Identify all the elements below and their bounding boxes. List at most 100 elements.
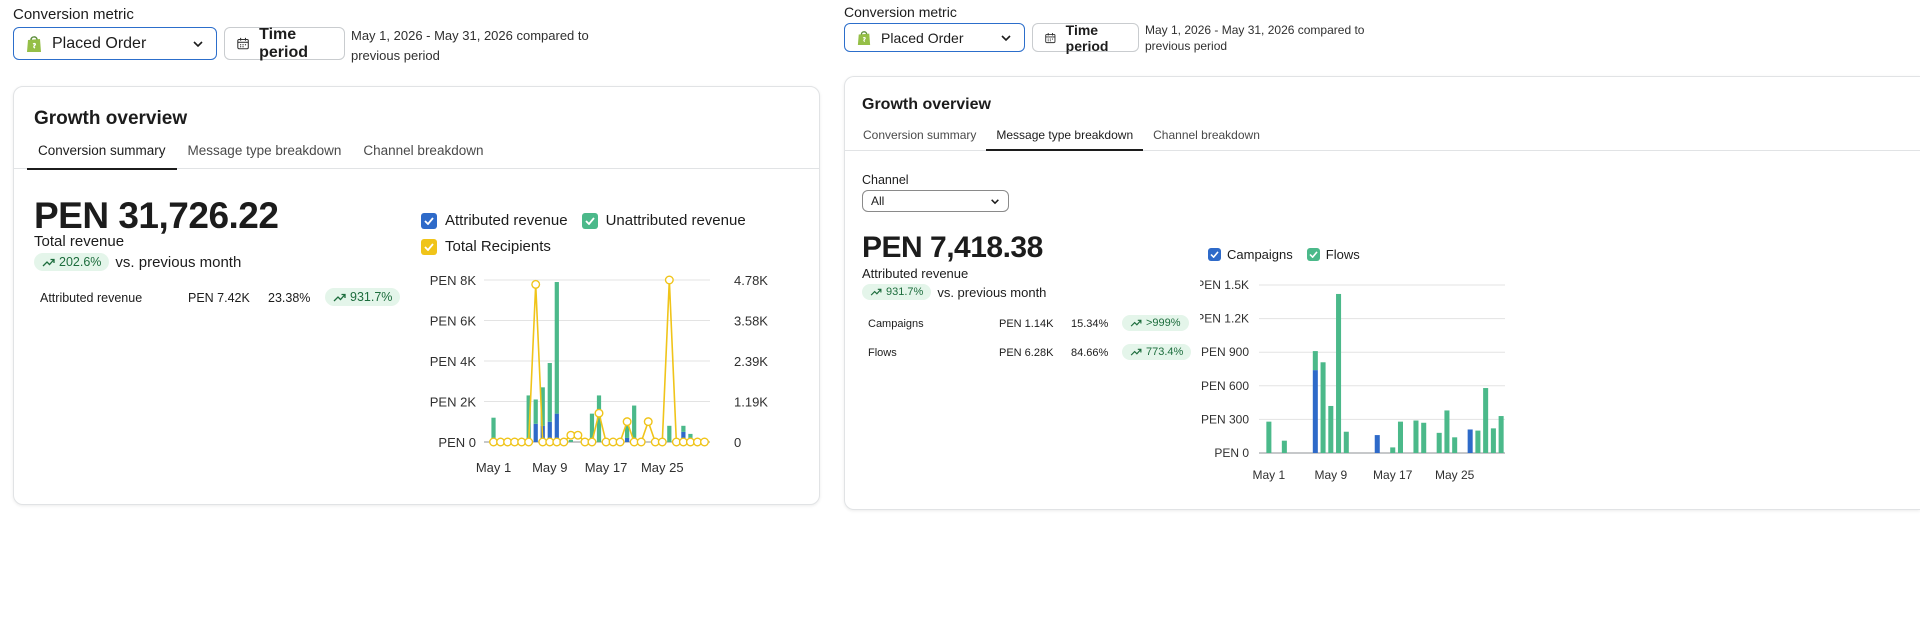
tab-channel-breakdown[interactable]: Channel breakdown	[352, 136, 494, 170]
y-tick-label: PEN 6K	[430, 314, 477, 329]
tab-message-type-breakdown[interactable]: Message type breakdown	[986, 121, 1144, 151]
x-tick-label: May 17	[585, 460, 628, 475]
legend-label: Campaigns	[1227, 247, 1293, 262]
breakdown-row-flows: Flows PEN 6.28K 84.66% 773.4%	[868, 344, 1192, 365]
date-range-line-1: May 1, 2026 - May 31, 2026 compared to	[1145, 23, 1365, 37]
bar-unattributed	[688, 433, 693, 438]
x-tick-label: May 9	[1314, 468, 1347, 482]
x-tick-label: May 25	[1435, 468, 1475, 482]
bar-campaigns	[1312, 370, 1318, 453]
breakdown-amount: PEN 7.42K	[188, 291, 250, 305]
bar-unattributed	[554, 282, 559, 414]
chart-legend-row-2: Total Recipients	[421, 238, 565, 255]
x-tick-label: May 9	[532, 460, 567, 475]
vs-text: vs. previous month	[937, 284, 1047, 300]
channel-select[interactable]: All	[862, 190, 1009, 212]
conversion-metric-value: Placed Order	[52, 34, 147, 52]
trend-up-icon	[1130, 348, 1142, 356]
bar-flows	[1483, 388, 1489, 453]
y-tick-label: PEN 900	[1201, 345, 1249, 359]
breakdown-share: 23.38%	[268, 291, 311, 305]
y-tick-label: PEN 0	[1214, 446, 1249, 460]
recipients-point	[636, 437, 646, 447]
conversion-metric-select[interactable]: Placed Order	[844, 23, 1025, 52]
breakdown-growth-value: 773.4%	[1146, 346, 1184, 358]
legend-flows[interactable]: Flows	[1306, 247, 1360, 262]
date-range-line-1: May 1, 2026 - May 31, 2026 compared to	[351, 28, 589, 43]
bar-flows	[1421, 422, 1427, 453]
total-label: Attributed revenue	[862, 266, 969, 281]
legend-label: Attributed revenue	[445, 212, 568, 229]
chart-legend: Campaigns Flows	[1208, 247, 1374, 262]
growth-value: 202.6%	[59, 255, 102, 269]
bar-unattributed	[667, 425, 672, 442]
bar-flows	[1390, 447, 1396, 453]
recipients-point	[524, 437, 534, 447]
tab-conversion-summary[interactable]: Conversion summary	[853, 121, 986, 151]
bar-flows	[1266, 421, 1272, 453]
bar-flows	[1312, 351, 1318, 371]
recipients-point	[664, 275, 674, 285]
checkbox-icon	[421, 212, 437, 229]
y2-tick-label: 0	[734, 435, 741, 450]
date-range-text: May 1, 2026 - May 31, 2026 compared to p…	[351, 26, 589, 66]
trend-up-icon	[42, 258, 55, 266]
bar-attributed	[625, 437, 630, 442]
y2-tick-label: 3.58K	[734, 314, 768, 329]
bar-flows	[1444, 410, 1450, 453]
breakdown-growth-badge: 773.4%	[1122, 344, 1192, 360]
legend-total-recipients[interactable]: Total Recipients	[421, 238, 551, 255]
conversion-metric-label: Conversion metric	[844, 4, 957, 20]
y-tick-label: PEN 4K	[430, 354, 477, 369]
bar-flows	[1436, 432, 1442, 453]
breakdown-growth-value: >999%	[1146, 317, 1181, 329]
legend-campaigns[interactable]: Campaigns	[1208, 247, 1293, 262]
recipients-point	[699, 437, 709, 447]
breakdown-growth-value: 931.7%	[350, 290, 393, 304]
shopify-bag-icon	[857, 30, 871, 45]
bar-unattributed	[681, 425, 686, 432]
recipients-point	[594, 408, 604, 418]
legend-unattributed-revenue[interactable]: Unattributed revenue	[581, 212, 746, 229]
tab-bar: Conversion summary Message type breakdow…	[853, 121, 1270, 151]
recipients-point	[622, 417, 632, 427]
legend-label: Flows	[1325, 247, 1360, 262]
breakdown-name: Attributed revenue	[40, 291, 143, 305]
recipients-point	[643, 417, 653, 427]
bar-flows	[1336, 293, 1342, 453]
tab-message-type-breakdown[interactable]: Message type breakdown	[177, 136, 353, 170]
breakdown-growth-badge: >999%	[1122, 315, 1189, 331]
breakdown-row-campaigns: Campaigns PEN 1.14K 15.34% >999%	[868, 315, 1189, 336]
tab-channel-breakdown[interactable]: Channel breakdown	[1143, 121, 1270, 151]
time-period-button[interactable]: Time period	[1032, 21, 1139, 54]
chevron-down-icon	[193, 40, 203, 47]
calendar-icon	[1045, 32, 1056, 43]
date-range-line-2: previous period	[351, 48, 440, 63]
recipients-point	[573, 430, 583, 440]
bar-flows	[1281, 440, 1287, 453]
bar-flows	[1343, 431, 1349, 453]
trend-up-icon	[870, 288, 882, 296]
breakdown-share: 15.34%	[1071, 318, 1109, 330]
legend-attributed-revenue[interactable]: Attributed revenue	[421, 212, 568, 229]
total-value: PEN 7,418.38	[862, 231, 1043, 264]
conversion-metric-value: Placed Order	[881, 29, 964, 46]
card-title: Growth overview	[34, 108, 188, 129]
bar-unattributed	[632, 405, 637, 440]
growth-badge: 931.7%	[862, 284, 932, 300]
breakdown-amount: PEN 1.14K	[999, 318, 1054, 330]
conversion-metric-select[interactable]: Placed Order	[13, 27, 217, 60]
time-period-label: Time period	[1065, 21, 1109, 54]
chart-legend-row-1: Attributed revenue Unattributed revenue	[421, 212, 760, 229]
card-title: Growth overview	[862, 96, 991, 113]
time-period-button[interactable]: Time period	[224, 26, 345, 61]
growth-comparison: 931.7% vs. previous month	[862, 284, 1046, 300]
tab-conversion-summary[interactable]: Conversion summary	[27, 136, 177, 170]
recipients-point	[615, 437, 625, 447]
shopify-bag-icon	[27, 35, 41, 52]
x-tick-label: May 25	[641, 460, 684, 475]
y-tick-label: PEN 8K	[430, 273, 477, 288]
message-type-chart: PEN 0 PEN 300 PEN 600 PEN 900 PEN 1.2K PEN 1.…	[1200, 278, 1505, 482]
recipients-point	[587, 437, 597, 447]
growth-comparison: 202.6% vs. previous month	[34, 253, 241, 271]
